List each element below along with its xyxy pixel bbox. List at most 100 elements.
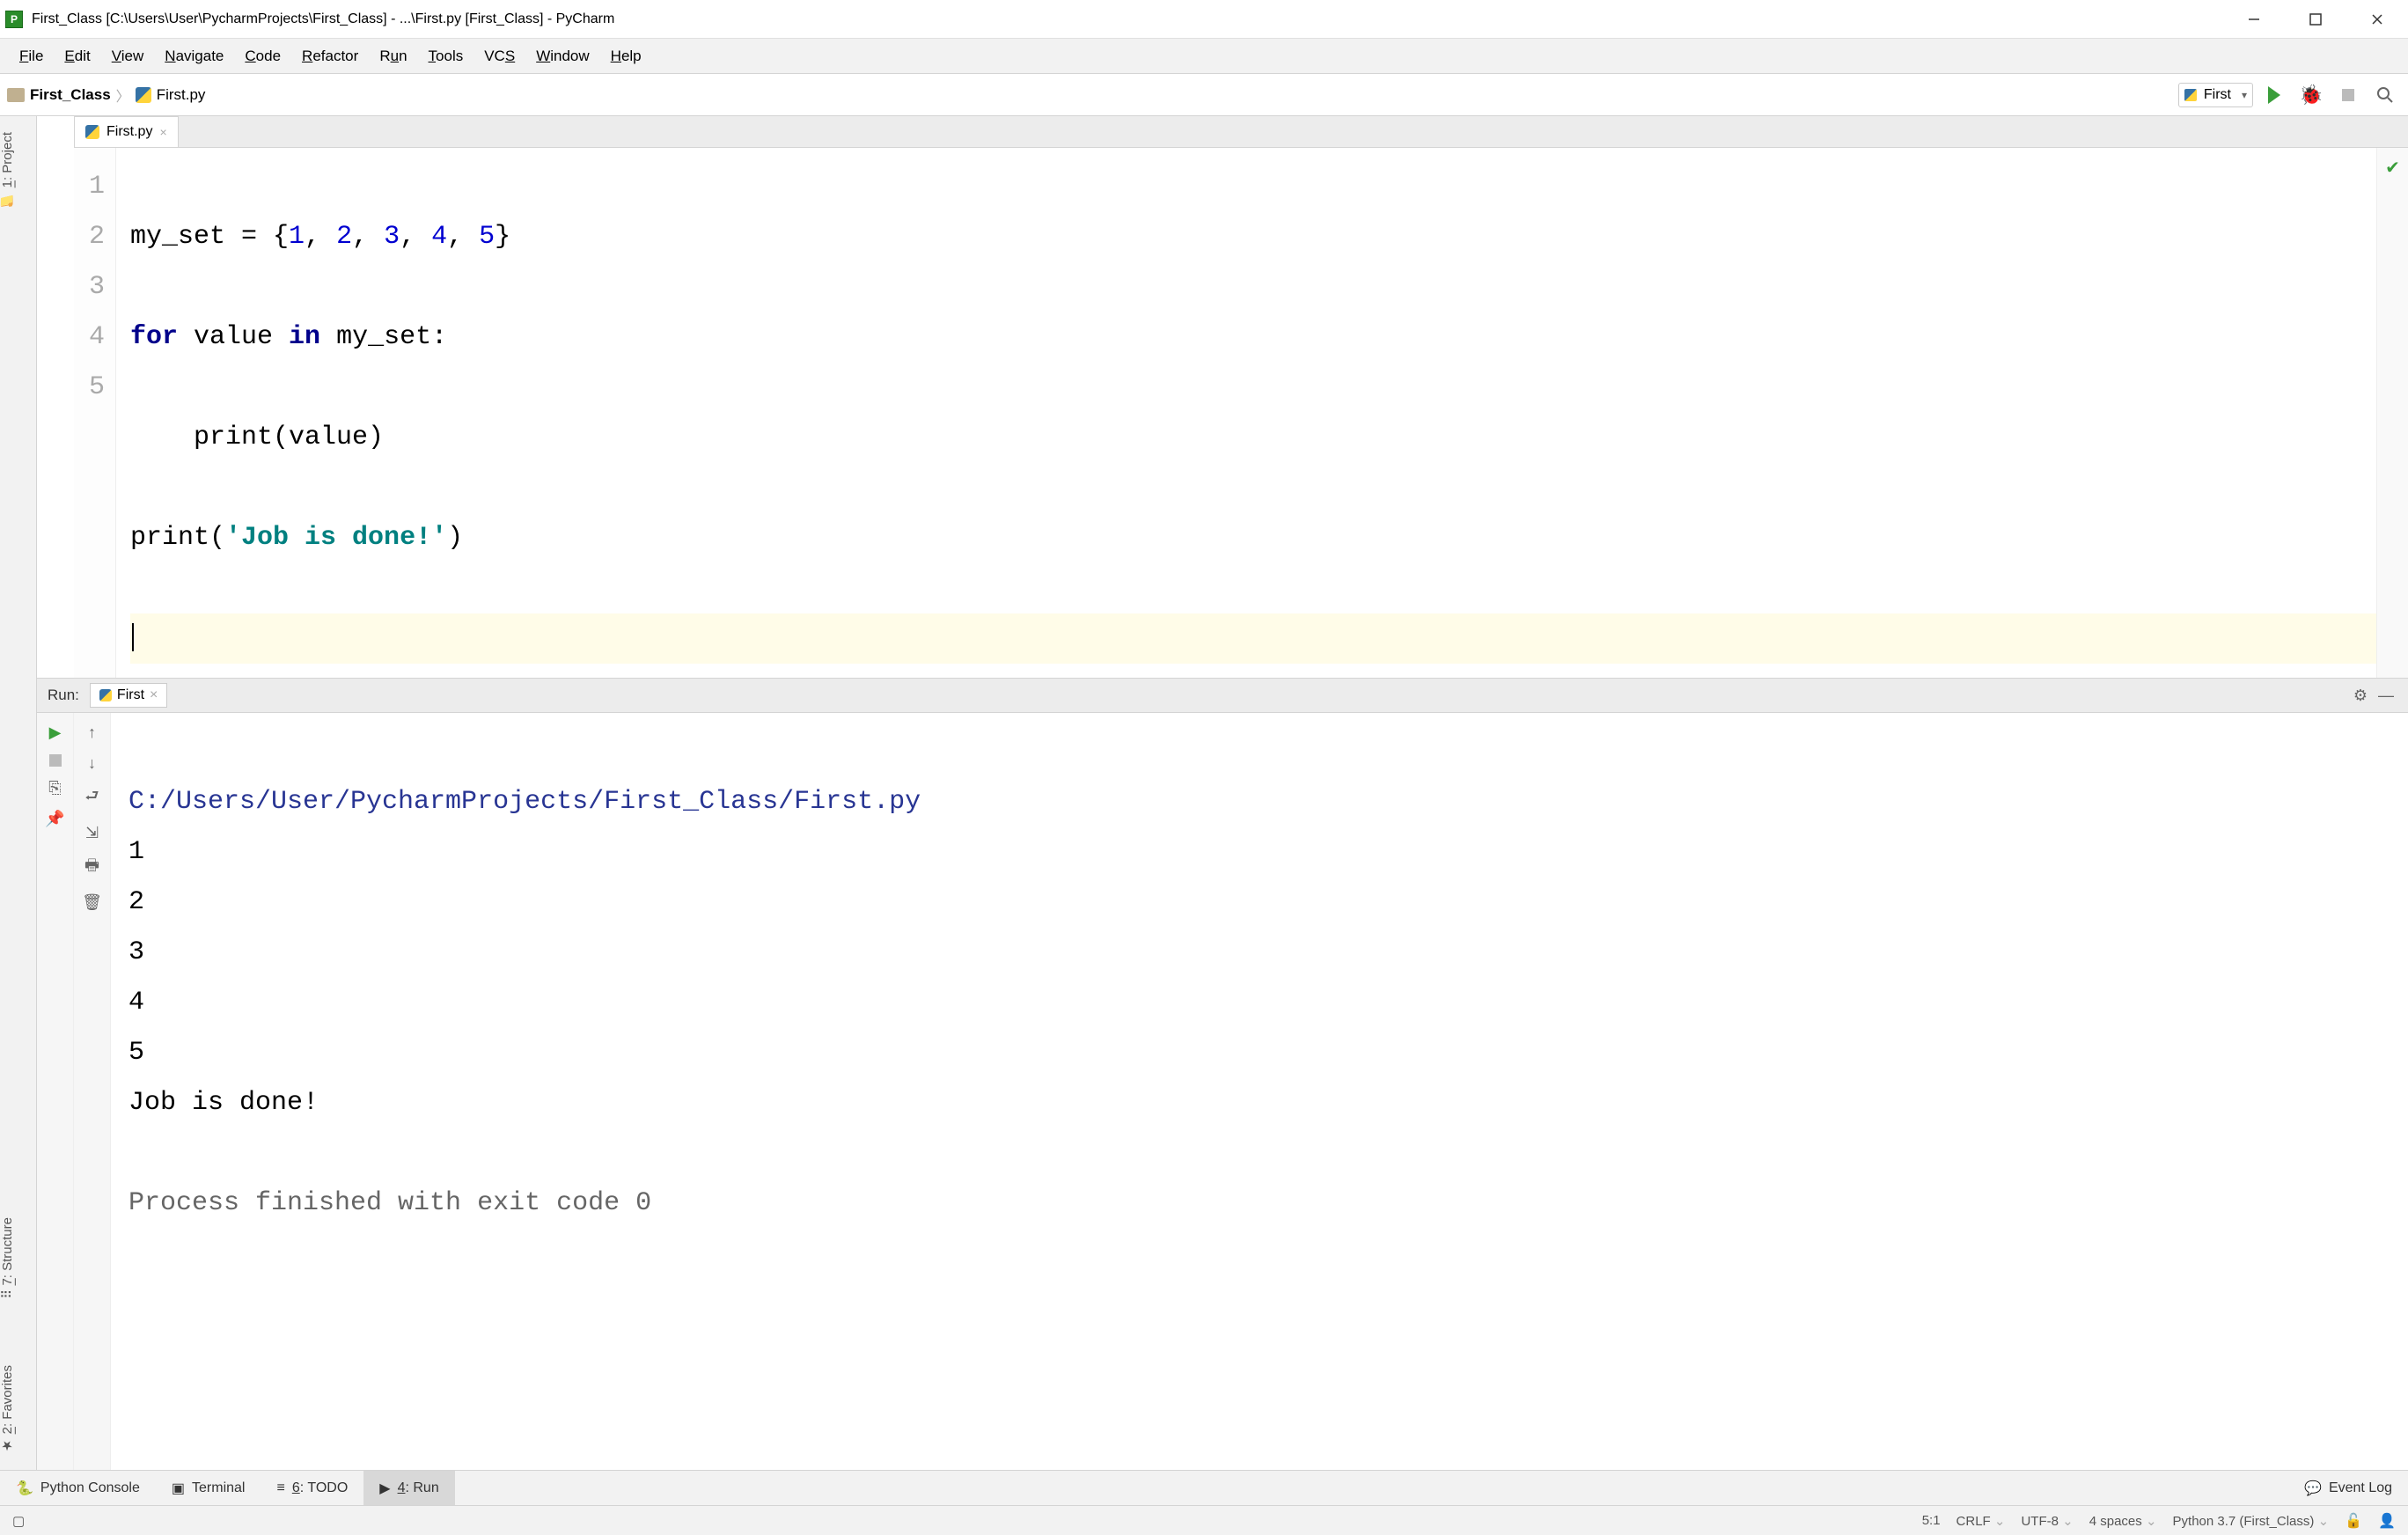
menu-vcs[interactable]: VCS bbox=[474, 48, 525, 65]
run-console[interactable]: C:/Users/User/PycharmProjects/First_Clas… bbox=[111, 713, 2408, 1470]
status-encoding[interactable]: UTF-8 bbox=[2021, 1514, 2059, 1529]
breadcrumb-project[interactable]: First_Class bbox=[30, 86, 111, 104]
line-number-gutter: 1 2 3 4 5 bbox=[74, 148, 116, 678]
code-line-1[interactable]: my_set = {1, 2, 3, 4, 5} bbox=[130, 212, 2376, 262]
window-title: First_Class [C:\Users\User\PycharmProjec… bbox=[32, 11, 614, 27]
sidebar-tab-structure[interactable]: ⠿ 7: Structure bbox=[0, 1210, 36, 1306]
breadcrumb-separator: 〉 bbox=[116, 84, 130, 106]
editor-tabs: First.py × bbox=[74, 116, 2408, 148]
close-button[interactable] bbox=[2346, 0, 2408, 39]
run-configuration-selector[interactable]: First bbox=[2178, 83, 2253, 107]
debug-button[interactable]: 🐞 bbox=[2295, 79, 2327, 111]
breadcrumb-file[interactable]: First.py bbox=[157, 86, 206, 104]
run-tab-label: First bbox=[117, 687, 144, 703]
console-output-line: 2 bbox=[128, 887, 144, 917]
menu-tools[interactable]: Tools bbox=[418, 48, 474, 65]
layout-button[interactable]: ⎘ bbox=[48, 779, 61, 797]
code-line-5[interactable] bbox=[130, 613, 2376, 664]
bug-icon: 🐞 bbox=[2299, 84, 2323, 106]
read-only-lock-icon[interactable]: 🔓 bbox=[2345, 1512, 2362, 1530]
console-output-line: 3 bbox=[128, 937, 144, 967]
code-editor[interactable]: 1 2 3 4 5 my_set = {1, 2, 3, 4, 5} for v… bbox=[37, 148, 2376, 678]
titlebar: First_Class [C:\Users\User\PycharmProjec… bbox=[0, 0, 2408, 39]
close-tab-icon[interactable]: × bbox=[159, 125, 166, 139]
print-button[interactable]: 🖶 bbox=[84, 855, 99, 881]
stop-icon bbox=[2342, 89, 2354, 101]
code-line-2[interactable]: for value in my_set: bbox=[130, 312, 2376, 363]
console-output-line: 1 bbox=[128, 837, 144, 867]
code-line-4[interactable]: print('Job is done!') bbox=[130, 513, 2376, 563]
python-file-icon bbox=[136, 87, 151, 103]
menu-run[interactable]: Run bbox=[369, 48, 417, 65]
sidebar-tab-favorites[interactable]: ★ 2: Favorites bbox=[0, 1358, 36, 1461]
status-line-separator[interactable]: CRLF bbox=[1956, 1514, 1991, 1529]
editor-tab-first-py[interactable]: First.py × bbox=[74, 116, 179, 147]
maximize-button[interactable] bbox=[2285, 0, 2346, 39]
run-toolbar-column-1: ▶ ⎘ 📌 bbox=[37, 713, 74, 1470]
navigation-bar: First_Class 〉 First.py First 🐞 bbox=[0, 74, 2408, 116]
down-stack-button[interactable]: ↓ bbox=[88, 754, 96, 773]
editor-right-gutter: ✔ bbox=[2376, 148, 2408, 678]
console-output-line: 4 bbox=[128, 988, 144, 1017]
folder-icon bbox=[7, 88, 25, 102]
code-line-3[interactable]: print(value) bbox=[130, 413, 2376, 463]
menubar: File Edit View Navigate Code Refactor Ru… bbox=[0, 39, 2408, 74]
status-caret-position[interactable]: 5:1 bbox=[1922, 1513, 1941, 1528]
stop-button[interactable] bbox=[2332, 79, 2364, 111]
hector-inspector-icon[interactable]: 👤 bbox=[2378, 1512, 2396, 1530]
left-tool-window-bar: 📁 1: Project ⠿ 7: Structure ★ 2: Favorit… bbox=[0, 116, 37, 1470]
pycharm-icon bbox=[5, 11, 23, 28]
pin-button[interactable]: 📌 bbox=[45, 810, 64, 828]
console-path: C:/Users/User/PycharmProjects/First_Clas… bbox=[128, 787, 921, 817]
breadcrumb: First_Class 〉 First.py bbox=[7, 84, 205, 106]
window-controls bbox=[2223, 0, 2408, 39]
clear-all-button[interactable]: 🗑 bbox=[82, 893, 102, 912]
rerun-button[interactable]: ▶ bbox=[49, 723, 62, 742]
menu-edit[interactable]: Edit bbox=[54, 48, 100, 65]
inspection-ok-icon[interactable]: ✔ bbox=[2385, 157, 2400, 179]
search-everywhere-button[interactable] bbox=[2369, 79, 2401, 111]
close-run-tab-icon[interactable]: × bbox=[150, 687, 158, 703]
console-output-line: Job is done! bbox=[128, 1088, 319, 1118]
up-stack-button[interactable]: ↑ bbox=[88, 723, 96, 742]
python-file-icon bbox=[85, 125, 99, 139]
bottom-tab-todo[interactable]: ≡ 6: TODO bbox=[261, 1471, 363, 1505]
run-button[interactable] bbox=[2258, 79, 2290, 111]
run-toolbar-column-2: ↑ ↓ ⮐ ⇲ 🖶 🗑 bbox=[74, 713, 111, 1470]
menu-navigate[interactable]: Navigate bbox=[154, 48, 234, 65]
bottom-tab-run[interactable]: ▶ 4: Run bbox=[363, 1471, 454, 1505]
event-log-icon: 💬 bbox=[2304, 1480, 2322, 1497]
toolbar-right: First 🐞 bbox=[2178, 79, 2401, 111]
text-caret bbox=[132, 623, 134, 651]
status-interpreter[interactable]: Python 3.7 (First_Class) bbox=[2173, 1514, 2315, 1529]
run-tool-window: ▶ ⎘ 📌 ↑ ↓ ⮐ ⇲ 🖶 🗑 C:/Users/User/PycharmP… bbox=[37, 713, 2408, 1470]
status-rect-icon[interactable]: ▢ bbox=[12, 1513, 25, 1529]
menu-view[interactable]: View bbox=[101, 48, 155, 65]
console-exit-message: Process finished with exit code 0 bbox=[128, 1188, 651, 1218]
menu-code[interactable]: Code bbox=[234, 48, 291, 65]
bottom-tab-python-console[interactable]: 🐍 Python Console bbox=[0, 1471, 156, 1505]
scroll-to-end-button[interactable]: ⇲ bbox=[85, 824, 99, 842]
code-content[interactable]: my_set = {1, 2, 3, 4, 5} for value in my… bbox=[116, 148, 2376, 678]
menu-window[interactable]: Window bbox=[525, 48, 599, 65]
event-log-button[interactable]: 💬 Event Log bbox=[2304, 1471, 2408, 1505]
hide-panel-icon[interactable]: — bbox=[2378, 687, 2394, 705]
sidebar-tab-project[interactable]: 📁 1: Project bbox=[0, 125, 36, 215]
status-indent[interactable]: 4 spaces bbox=[2089, 1514, 2142, 1529]
run-label: Run: bbox=[48, 687, 79, 704]
minimize-button[interactable] bbox=[2223, 0, 2285, 39]
main-area: 📁 1: Project ⠿ 7: Structure ★ 2: Favorit… bbox=[0, 116, 2408, 1470]
search-icon bbox=[2376, 86, 2394, 104]
settings-icon[interactable]: ⚙ bbox=[2353, 687, 2368, 705]
status-bar: ▢ 5:1 CRLF ⌄ UTF-8 ⌄ 4 spaces ⌄ Python 3… bbox=[0, 1505, 2408, 1535]
menu-help[interactable]: Help bbox=[600, 48, 652, 65]
run-tool-window-header: Run: First × ⚙ — bbox=[37, 678, 2408, 713]
play-icon bbox=[2268, 86, 2280, 104]
menu-refactor[interactable]: Refactor bbox=[291, 48, 369, 65]
bottom-tab-terminal[interactable]: ▣ Terminal bbox=[156, 1471, 261, 1505]
editor-tab-label: First.py bbox=[106, 124, 152, 140]
run-tab-first[interactable]: First × bbox=[90, 683, 167, 708]
menu-file[interactable]: File bbox=[9, 48, 54, 65]
soft-wrap-button[interactable]: ⮐ bbox=[84, 785, 99, 812]
stop-run-button[interactable] bbox=[49, 754, 62, 767]
